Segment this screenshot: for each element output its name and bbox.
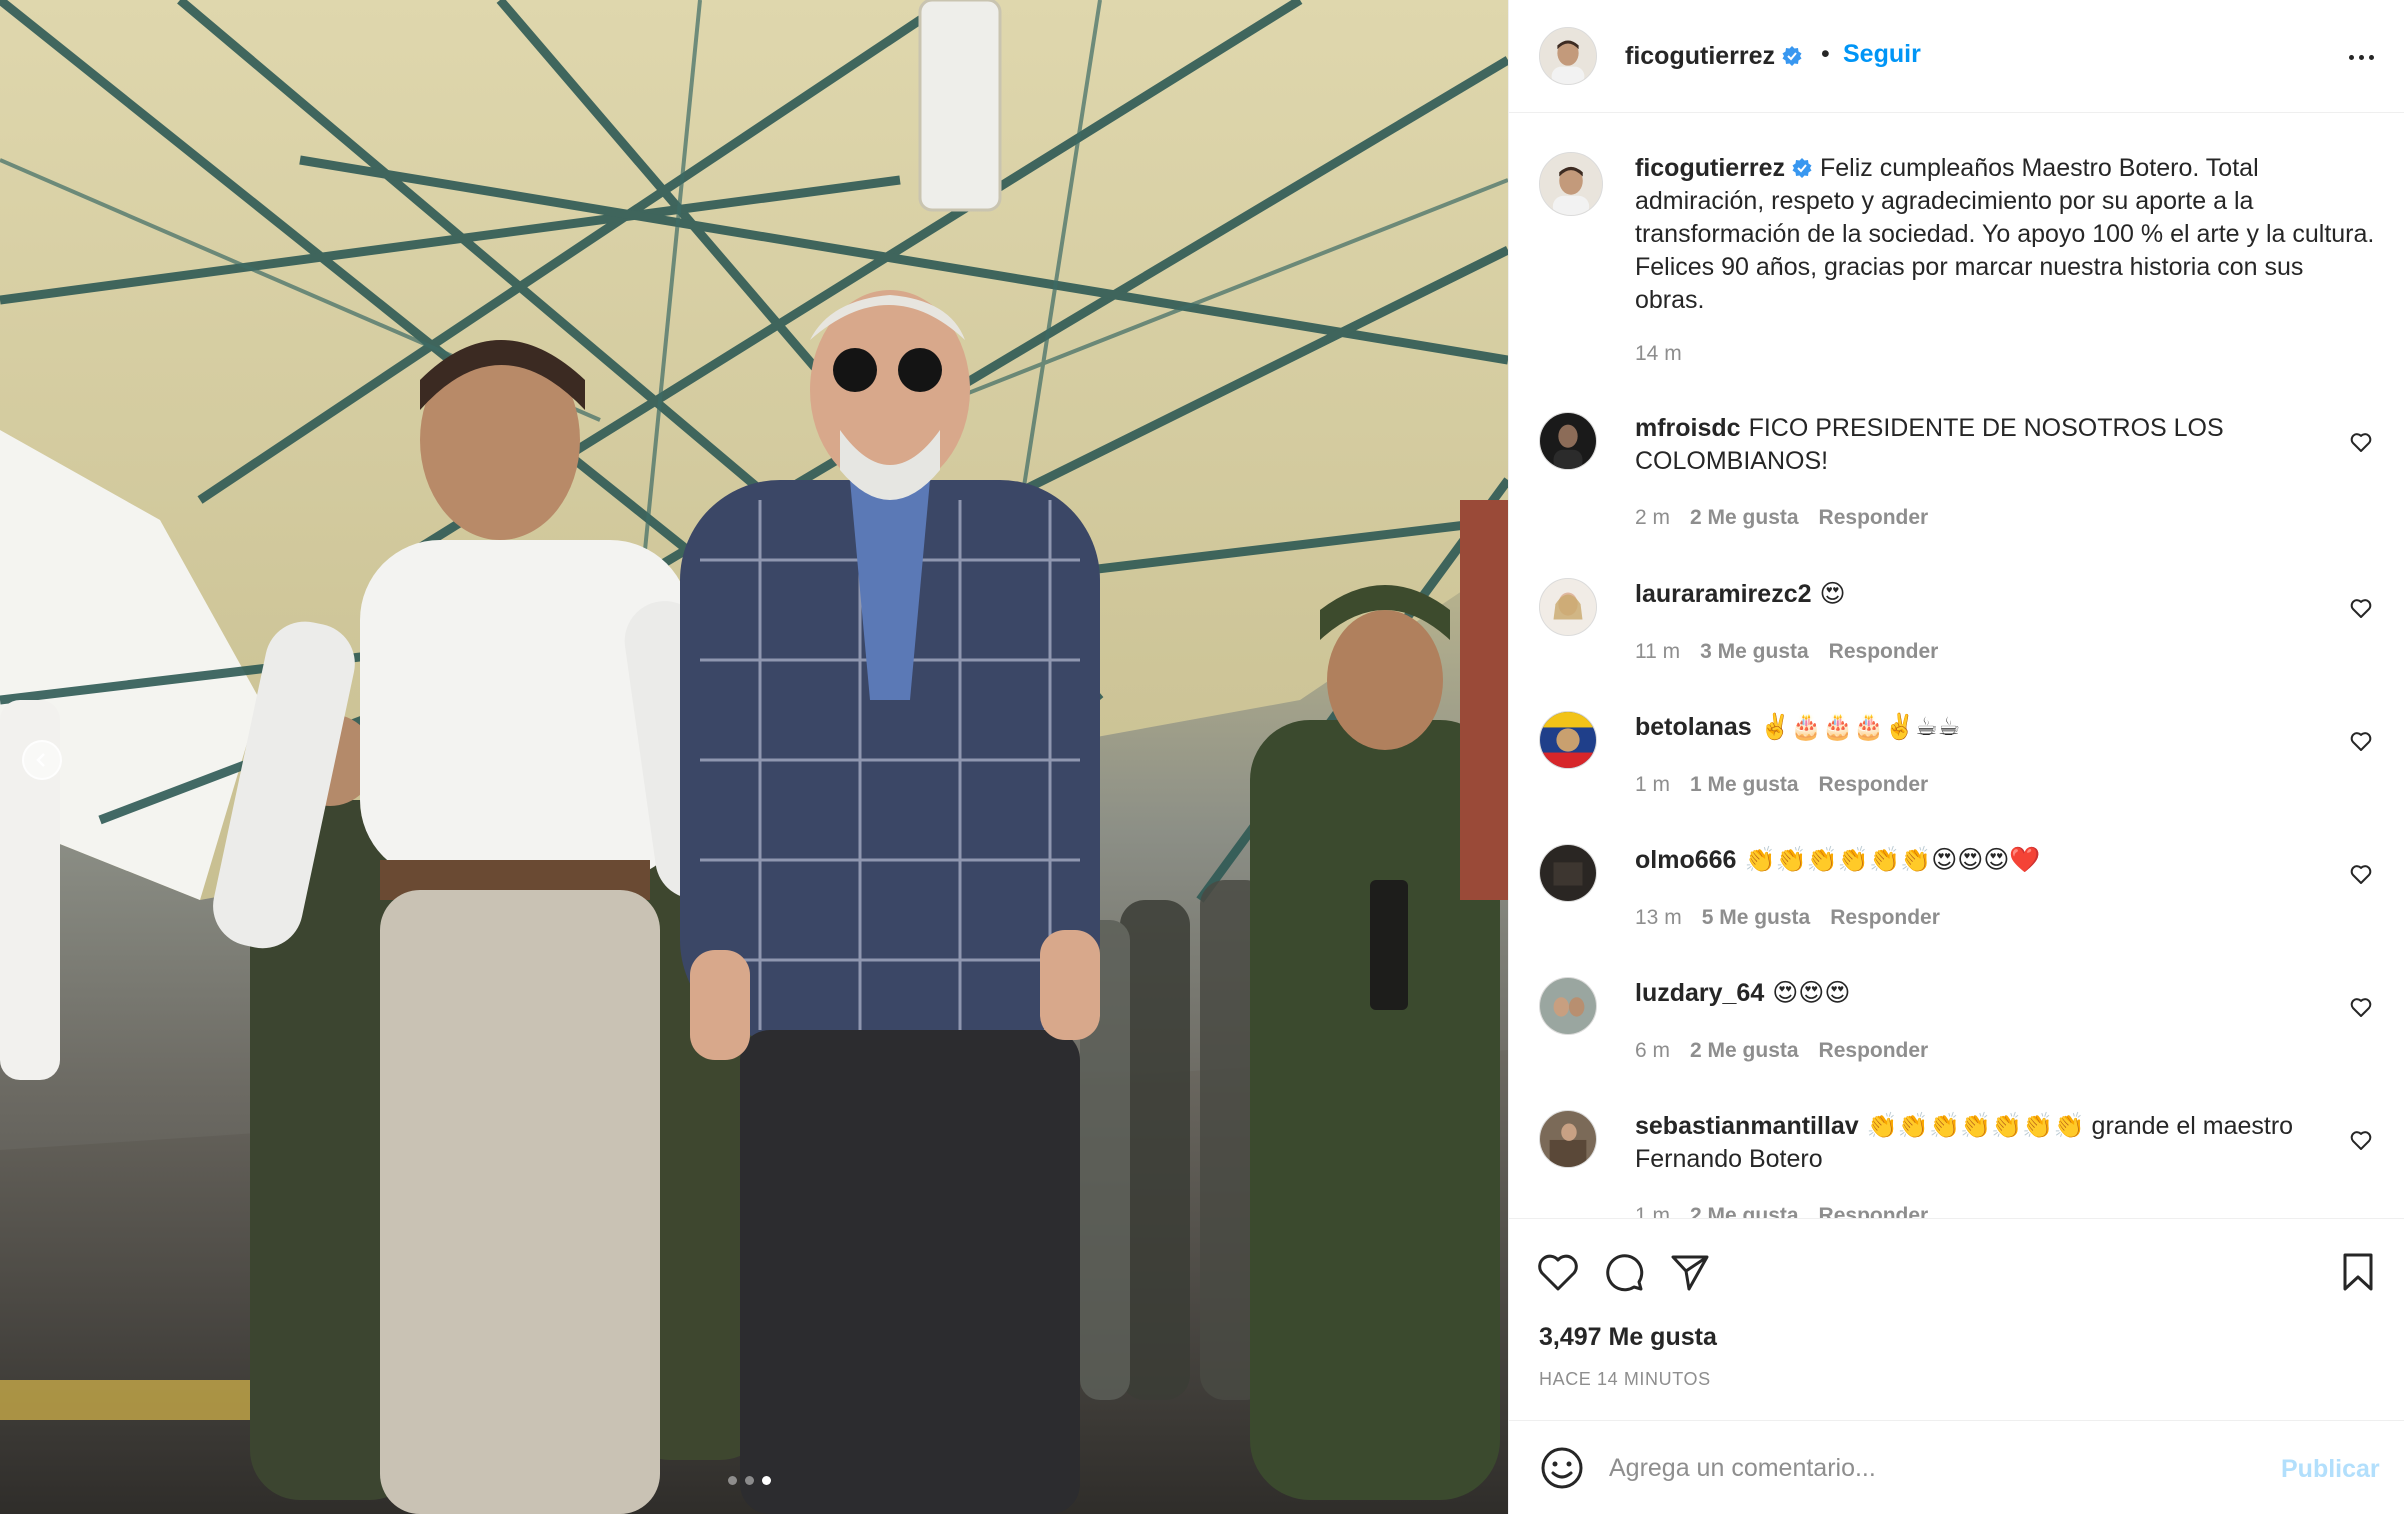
commenter-photo (1540, 712, 1596, 768)
comment-text: 👏👏👏👏👏👏😍😍😍❤️ (1744, 846, 2041, 874)
reply-button[interactable]: Responder (1819, 1039, 1929, 1063)
comment-text: 😍😍😍 (1772, 979, 1851, 1007)
comment-likes[interactable]: 5 Me gusta (1702, 906, 1811, 930)
comment-body: luzdary_64 😍😍😍 (1635, 977, 2295, 1010)
commenter-photo (1540, 413, 1596, 469)
post-author-username[interactable]: ficogutierrez (1625, 42, 1803, 71)
comment-time: 1 m (1635, 1204, 1671, 1218)
comment-body: lauraramirezc2 😍 (1635, 578, 2295, 611)
comments-list[interactable]: ficogutierrez Feliz cumpleaños Maestro B… (1509, 114, 2404, 1218)
heart-icon[interactable] (2349, 430, 2373, 454)
comment-meta: 1 m 1 Me gusta Responder (1635, 773, 1928, 797)
comment-body: sebastianmantillav 👏👏👏👏👏👏👏 grande el maes… (1635, 1110, 2295, 1176)
comment-username[interactable]: mfroisdc (1635, 414, 1741, 442)
comment-body: olmo666 👏👏👏👏👏👏😍😍😍❤️ (1635, 844, 2295, 877)
carousel-prev-button[interactable] (22, 740, 62, 780)
comment-likes[interactable]: 2 Me gusta (1690, 1204, 1799, 1218)
comment-input[interactable] (1609, 1443, 2229, 1493)
caption-text: ficogutierrez Feliz cumpleaños Maestro B… (1635, 152, 2375, 317)
follow-button[interactable]: Seguir (1843, 40, 1921, 69)
heart-icon[interactable] (1535, 1249, 1581, 1295)
comment-time: 13 m (1635, 906, 1682, 929)
publish-button[interactable]: Publicar (2281, 1455, 2380, 1484)
avatar[interactable] (1539, 844, 1597, 902)
carousel-dot-active (762, 1476, 771, 1485)
comment-text: ✌️🎂🎂🎂✌️☕☕ (1759, 713, 1961, 741)
comment-username[interactable]: sebastianmantillav (1635, 1112, 1859, 1140)
share-icon[interactable] (1667, 1249, 1713, 1295)
comment-likes[interactable]: 1 Me gusta (1690, 773, 1799, 797)
verified-badge-icon (1782, 46, 1802, 66)
comment-username[interactable]: betolanas (1635, 713, 1752, 741)
comment-text: 😍 (1819, 580, 1846, 608)
separator-dot: • (1821, 40, 1830, 68)
photo-scene (0, 0, 1508, 1514)
avatar[interactable] (1539, 1110, 1597, 1168)
add-comment-bar: Publicar (1509, 1420, 2404, 1514)
caption-timestamp: 14 m (1635, 342, 1682, 365)
post-photo (0, 0, 1508, 1514)
reply-button[interactable]: Responder (1819, 1204, 1929, 1218)
comment-meta: 13 m 5 Me gusta Responder (1635, 906, 1940, 930)
likes-count[interactable]: 3,497 Me gusta (1539, 1323, 1717, 1352)
carousel-dots (728, 1476, 771, 1485)
chevron-left-icon (36, 753, 45, 767)
comment-likes[interactable]: 2 Me gusta (1690, 506, 1799, 530)
comment-username[interactable]: luzdary_64 (1635, 979, 1764, 1007)
carousel-dot (728, 1476, 737, 1485)
more-options-icon[interactable] (2341, 42, 2381, 72)
comment-meta: 6 m 2 Me gusta Responder (1635, 1039, 1928, 1063)
avatar[interactable] (1539, 412, 1597, 470)
reply-button[interactable]: Responder (1829, 640, 1939, 664)
comment-likes[interactable]: 2 Me gusta (1690, 1039, 1799, 1063)
emoji-icon[interactable] (1539, 1445, 1585, 1491)
comment-username[interactable]: olmo666 (1635, 846, 1736, 874)
comment-time: 2 m (1635, 506, 1671, 529)
comment-time: 1 m (1635, 773, 1671, 796)
reply-button[interactable]: Responder (1819, 506, 1929, 530)
avatar[interactable] (1539, 27, 1597, 85)
heart-icon[interactable] (2349, 995, 2373, 1019)
profile-photo (1540, 153, 1602, 215)
comment-likes[interactable]: 3 Me gusta (1700, 640, 1809, 664)
heart-icon[interactable] (2349, 1128, 2373, 1152)
commenter-photo (1540, 579, 1596, 635)
post-detail-panel: ficogutierrez • Seguir ficogutierrez Fel… (1508, 0, 2404, 1514)
comment-time: 11 m (1635, 640, 1681, 663)
comment-icon[interactable] (1601, 1249, 1647, 1295)
avatar[interactable] (1539, 711, 1597, 769)
comment-meta: 2 m 2 Me gusta Responder (1635, 506, 1928, 530)
heart-icon[interactable] (2349, 596, 2373, 620)
avatar[interactable] (1539, 152, 1603, 216)
reply-button[interactable]: Responder (1830, 906, 1940, 930)
username-text[interactable]: ficogutierrez (1625, 42, 1775, 70)
post-timestamp: HACE 14 MINUTOS (1539, 1369, 1711, 1389)
avatar[interactable] (1539, 578, 1597, 636)
post-header: ficogutierrez • Seguir (1509, 0, 2404, 113)
caption-username[interactable]: ficogutierrez (1635, 154, 1785, 182)
comment-body: betolanas ✌️🎂🎂🎂✌️☕☕ (1635, 711, 2295, 744)
commenter-photo (1540, 845, 1596, 901)
avatar[interactable] (1539, 977, 1597, 1035)
commenter-photo (1540, 978, 1596, 1034)
reply-button[interactable]: Responder (1819, 773, 1929, 797)
comment-body: mfroisdc FICO PRESIDENTE DE NOSOTROS LOS … (1635, 412, 2295, 478)
commenter-photo (1540, 1111, 1596, 1167)
comment-username[interactable]: lauraramirezc2 (1635, 580, 1812, 608)
profile-photo (1540, 28, 1596, 84)
carousel-dot (745, 1476, 754, 1485)
post-actions: 3,497 Me gusta HACE 14 MINUTOS (1509, 1218, 2404, 1426)
comment-time: 6 m (1635, 1039, 1671, 1062)
verified-badge-icon (1792, 158, 1812, 178)
heart-icon[interactable] (2349, 862, 2373, 886)
bookmark-icon[interactable] (2335, 1249, 2381, 1295)
comment-meta: 11 m 3 Me gusta Responder (1635, 640, 1938, 664)
comment-meta: 1 m 2 Me gusta Responder (1635, 1204, 1928, 1218)
heart-icon[interactable] (2349, 729, 2373, 753)
